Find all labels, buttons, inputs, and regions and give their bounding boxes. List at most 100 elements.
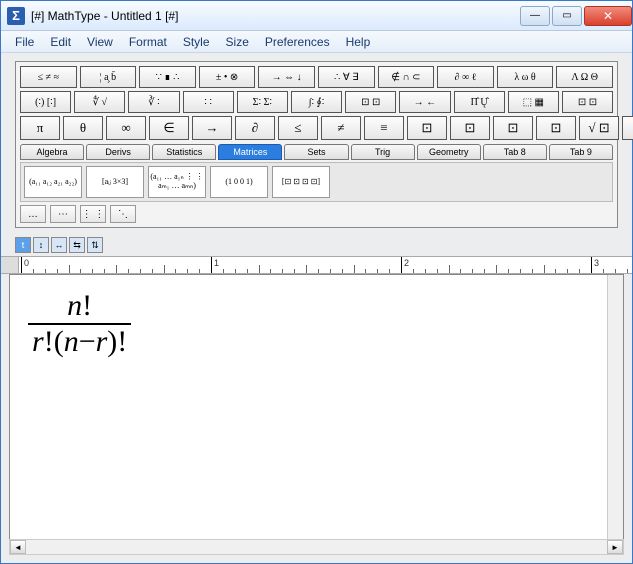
palette-greek-lower[interactable]: λ ω θ xyxy=(497,66,554,88)
tmpl-root[interactable]: √ ⊡ xyxy=(579,116,619,140)
menu-preferences[interactable]: Preferences xyxy=(257,33,338,51)
menubar: File Edit View Format Style Size Prefere… xyxy=(1,31,632,53)
tab-8[interactable]: Tab 8 xyxy=(483,144,547,160)
horizontal-ruler[interactable]: 0123 xyxy=(19,257,632,273)
sym-equiv[interactable]: ≡ xyxy=(364,116,404,140)
sym-partial[interactable]: ∂ xyxy=(235,116,275,140)
palette-row-2: (∶) [∶] ∜ √ ∛ ∶ ∶ ∶ Σ∶ Σ∶ ∫∶ ∮∶ ⊡ ⊡ → ← … xyxy=(20,91,613,113)
dots-center[interactable]: ⋯ xyxy=(50,205,76,223)
palette-subsuper[interactable]: ∛ ∶ xyxy=(128,91,179,113)
sym-arrow[interactable]: → xyxy=(192,116,232,140)
palette-fractions[interactable]: ∜ √ xyxy=(74,91,125,113)
dots-low[interactable]: … xyxy=(20,205,46,223)
close-button[interactable]: ✕ xyxy=(584,6,632,26)
sym-ne[interactable]: ≠ xyxy=(321,116,361,140)
palette-dots[interactable]: ∵ ∎ ∴ xyxy=(139,66,196,88)
menu-style[interactable]: Style xyxy=(175,33,218,51)
matrix-blank[interactable]: [⊡ ⊡ ⊡ ⊡] xyxy=(272,166,330,198)
palette-integral[interactable]: ∫∶ ∮∶ xyxy=(291,91,342,113)
palette-spaces[interactable]: ¦ a̧ b̄ xyxy=(80,66,137,88)
palette-label-arrows[interactable]: → ← xyxy=(399,91,450,113)
dots-diag[interactable]: ⋱ xyxy=(110,205,136,223)
tab-9[interactable]: Tab 9 xyxy=(549,144,613,160)
tab-trig[interactable]: Trig xyxy=(351,144,415,160)
app-icon: Σ xyxy=(7,7,25,25)
palette-radical[interactable]: ∶ ∶ xyxy=(183,91,234,113)
palette-relations[interactable]: ≤ ≠ ≈ xyxy=(20,66,77,88)
window-title: [#] MathType - Untitled 1 [#] xyxy=(31,9,518,23)
denominator: r!(n−r)! xyxy=(28,325,131,359)
tab-algebra[interactable]: Algebra xyxy=(20,144,84,160)
palette-sum[interactable]: Σ∶ Σ∶ xyxy=(237,91,288,113)
palette-arrows[interactable]: → ⇔ ↓ xyxy=(258,66,315,88)
tmpl-1[interactable]: ⊡ xyxy=(407,116,447,140)
palette-greek-upper[interactable]: Λ Ω Θ xyxy=(556,66,613,88)
matrix-mxn[interactable]: (a₁₁ … a₁ₙ ⋮ ⋮ aₘ₁ … aₘₙ) xyxy=(148,166,206,198)
tab-matrices[interactable]: Matrices xyxy=(218,144,282,160)
menu-view[interactable]: View xyxy=(79,33,121,51)
align-1[interactable]: ↕ xyxy=(33,237,49,253)
sym-in[interactable]: ∈ xyxy=(149,116,189,140)
numerator: n! xyxy=(63,289,96,323)
tab-derivs[interactable]: Derivs xyxy=(86,144,150,160)
vertical-scrollbar[interactable] xyxy=(607,275,623,554)
sym-le[interactable]: ≤ xyxy=(278,116,318,140)
palette-row-3: π θ ∞ ∈ → ∂ ≤ ≠ ≡ ⊡ ⊡ ⊡ ⊡ √ ⊡ ⊡ ⊡ ∶ xyxy=(20,116,613,140)
palette-fences[interactable]: (∶) [∶] xyxy=(20,91,71,113)
align-2[interactable]: ↔ xyxy=(51,237,67,253)
palette-operators[interactable]: ± • ⊗ xyxy=(199,66,256,88)
palette-boxes[interactable]: ⊡ ⊡ xyxy=(562,91,613,113)
formula[interactable]: n! r!(n−r)! xyxy=(28,289,131,359)
paren-open: ( xyxy=(54,325,64,358)
equation-editor[interactable]: n! r!(n−r)! xyxy=(10,275,623,554)
minus-op: − xyxy=(79,325,96,358)
dots-templates: … ⋯ ⋮ ⋮ ⋱ xyxy=(20,205,613,223)
tmpl-5[interactable]: ⊡ xyxy=(622,116,633,140)
tmpl-2[interactable]: ⊡ xyxy=(450,116,490,140)
tmpl-4[interactable]: ⊡ xyxy=(536,116,576,140)
dots-vert[interactable]: ⋮ ⋮ xyxy=(80,205,106,223)
factorial-op-2: ! xyxy=(44,325,54,358)
maximize-button[interactable]: ▭ xyxy=(552,6,582,26)
palette-set[interactable]: ∉ ∩ ⊂ xyxy=(378,66,435,88)
sym-infty[interactable]: ∞ xyxy=(106,116,146,140)
matrix-2x2[interactable]: (a₁₁ a₁₂ a₂₁ a₂₂) xyxy=(24,166,82,198)
horizontal-scrollbar[interactable]: ◄ ► xyxy=(9,539,624,555)
var-n: n xyxy=(67,289,82,322)
matrix-3x3[interactable]: [aᵢⱼ 3×3] xyxy=(86,166,144,198)
editor-wrap: n! r!(n−r)! xyxy=(9,274,624,555)
align-4[interactable]: ⇅ xyxy=(87,237,103,253)
menu-file[interactable]: File xyxy=(7,33,42,51)
menu-help[interactable]: Help xyxy=(338,33,379,51)
palette-logic[interactable]: ∴ ∀ ∃ xyxy=(318,66,375,88)
menu-edit[interactable]: Edit xyxy=(42,33,79,51)
app-window: Σ [#] MathType - Untitled 1 [#] — ▭ ✕ Fi… xyxy=(0,0,633,564)
ruler-corner xyxy=(1,257,19,273)
sym-theta[interactable]: θ xyxy=(63,116,103,140)
palette-underover[interactable]: ⊡ ⊡ xyxy=(345,91,396,113)
window-controls: — ▭ ✕ xyxy=(518,6,632,26)
ruler-area: 0123 xyxy=(1,256,632,274)
menu-format[interactable]: Format xyxy=(121,33,175,51)
scroll-left-icon[interactable]: ◄ xyxy=(10,540,26,554)
alignment-toolbar: t ↕ ↔ ⇆ ⇅ xyxy=(1,234,632,256)
tab-geometry[interactable]: Geometry xyxy=(417,144,481,160)
tab-sets[interactable]: Sets xyxy=(284,144,348,160)
tab-statistics[interactable]: Statistics xyxy=(152,144,216,160)
factorial-op: ! xyxy=(82,289,92,322)
minimize-button[interactable]: — xyxy=(520,6,550,26)
align-3[interactable]: ⇆ xyxy=(69,237,85,253)
scroll-track[interactable] xyxy=(26,540,607,554)
align-tab[interactable]: t xyxy=(15,237,31,253)
palette-products[interactable]: Π̂ Ų̂ xyxy=(454,91,505,113)
matrix-identity[interactable]: (1 0 0 1) xyxy=(210,166,268,198)
sym-pi[interactable]: π xyxy=(20,116,60,140)
palette-tabs: Algebra Derivs Statistics Matrices Sets … xyxy=(20,144,613,160)
fraction: n! r!(n−r)! xyxy=(28,289,131,359)
scroll-right-icon[interactable]: ► xyxy=(607,540,623,554)
menu-size[interactable]: Size xyxy=(218,33,257,51)
palette-misc[interactable]: ∂ ∞ ℓ xyxy=(437,66,494,88)
palette-hats[interactable]: ⬚ ▦ xyxy=(508,91,559,113)
tmpl-3[interactable]: ⊡ xyxy=(493,116,533,140)
palette-row-1: ≤ ≠ ≈ ¦ a̧ b̄ ∵ ∎ ∴ ± • ⊗ → ⇔ ↓ ∴ ∀ ∃ ∉ … xyxy=(20,66,613,88)
